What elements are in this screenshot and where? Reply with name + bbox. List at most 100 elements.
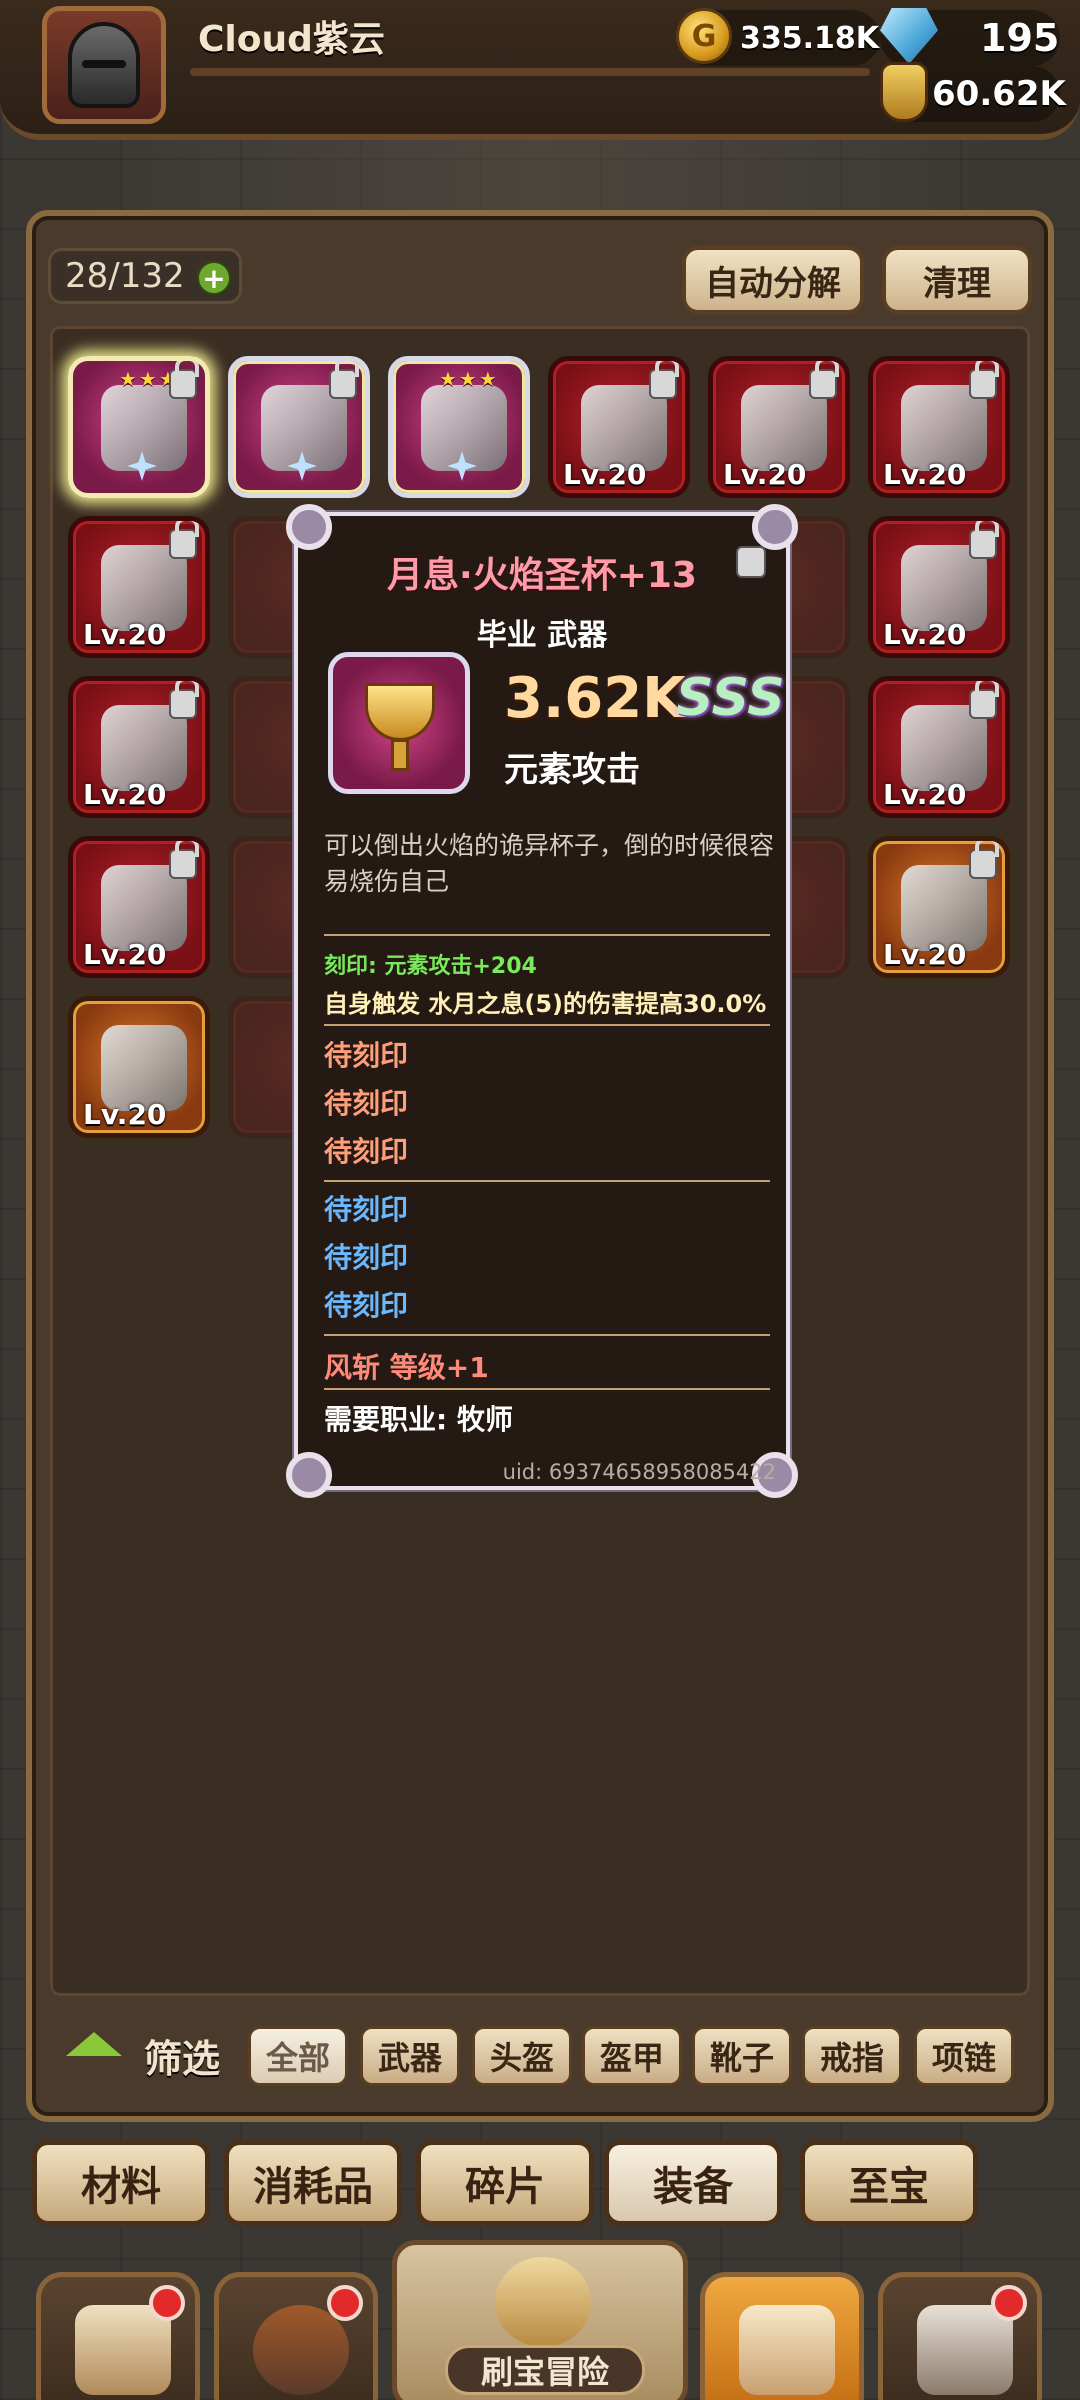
potion-icon	[880, 62, 928, 122]
item-tooltip: 月息·火焰圣杯+13 毕业 武器 3.62K SSS 元素攻击 可以倒出火焰的诡…	[286, 504, 798, 1498]
lock-icon[interactable]	[736, 546, 766, 578]
inventory-slot[interactable]: Lv.20	[868, 836, 1010, 978]
filter-tab-helmet[interactable]: 头盔	[472, 2026, 572, 2086]
lock-icon	[969, 681, 999, 719]
corner-ornament	[286, 504, 332, 550]
potion-counter[interactable]: 60.62K	[880, 62, 1066, 122]
inventory-slot[interactable]: Lv.20	[868, 676, 1010, 818]
inventory-slot[interactable]	[228, 356, 370, 498]
lock-icon	[969, 841, 999, 879]
lock-icon	[809, 361, 839, 399]
shop-icon	[75, 2305, 171, 2395]
inventory-count: 28/132	[65, 256, 185, 296]
inventory-capacity: 28/132 +	[48, 248, 242, 304]
item-level: Lv.20	[83, 618, 167, 651]
clear-button[interactable]: 清理	[882, 246, 1032, 314]
tab-treasures[interactable]: 至宝	[800, 2140, 978, 2226]
divider	[324, 1180, 770, 1182]
nav-adventure[interactable]: 刷宝冒险	[392, 2240, 688, 2400]
adventure-label: 刷宝冒险	[445, 2345, 645, 2395]
golden-chalice-icon	[365, 683, 435, 741]
gem-amount: 195	[980, 16, 1060, 60]
item-power: 3.62K	[504, 666, 686, 731]
notification-dot	[327, 2285, 363, 2321]
tab-equipment[interactable]: 装备	[604, 2140, 782, 2226]
pending-engrave: 待刻印	[324, 1241, 409, 1274]
lock-icon	[169, 361, 199, 399]
player-avatar[interactable]	[42, 6, 166, 124]
divider	[324, 1024, 770, 1026]
player-exp-bar	[190, 68, 870, 76]
gold-counter[interactable]: G 335.18K	[676, 8, 880, 66]
item-level: Lv.20	[723, 458, 807, 491]
filter-tab-weapon[interactable]: 武器	[360, 2026, 460, 2086]
lock-icon	[969, 361, 999, 399]
pending-engrave: 待刻印	[324, 1193, 409, 1226]
nav-shop[interactable]	[36, 2272, 200, 2400]
inventory-slot[interactable]: Lv.20	[68, 996, 210, 1138]
nav-inventory[interactable]	[700, 2272, 864, 2400]
inventory-slot[interactable]: Lv.20	[708, 356, 850, 498]
inventory-slot[interactable]: Lv.20	[68, 836, 210, 978]
skill-bonus: 风斩 等级+1	[324, 1351, 489, 1384]
item-level: Lv.20	[883, 458, 967, 491]
pending-engrave: 待刻印	[324, 1289, 409, 1322]
knight-helmet-icon	[68, 22, 140, 108]
item-uid: uid: 69374658958085422	[502, 1460, 776, 1484]
item-level: Lv.20	[883, 778, 967, 811]
game-screen: { "player": {"name": "Cloud紫云"}, "resour…	[0, 0, 1080, 2400]
expand-inventory-button[interactable]: +	[197, 261, 231, 295]
lock-icon	[169, 521, 199, 559]
required-class: 需要职业: 牧师	[324, 1403, 513, 1436]
inventory-slot[interactable]: Lv.20	[868, 356, 1010, 498]
lock-icon	[169, 841, 199, 879]
notification-dot	[149, 2285, 185, 2321]
inventory-slot[interactable]: ★★★	[68, 356, 210, 498]
divider	[324, 1334, 770, 1336]
item-subtitle: 毕业 武器	[476, 618, 608, 653]
nav-hero[interactable]	[214, 2272, 378, 2400]
auto-decompose-button[interactable]: 自动分解	[682, 246, 864, 314]
lock-icon	[969, 521, 999, 559]
gem-counter[interactable]: 195	[880, 8, 1060, 66]
item-level: Lv.20	[563, 458, 647, 491]
gold-coin-icon: G	[676, 8, 732, 64]
inventory-slot[interactable]: Lv.20	[548, 356, 690, 498]
inventory-slot[interactable]: Lv.20	[68, 516, 210, 658]
filter-tab-necklace[interactable]: 项链	[914, 2026, 1014, 2086]
pending-engrave: 待刻印	[324, 1135, 409, 1168]
nav-forge[interactable]	[878, 2272, 1042, 2400]
tab-materials[interactable]: 材料	[32, 2140, 210, 2226]
item-icon-frame	[328, 652, 470, 794]
divider	[324, 934, 770, 936]
pending-engrave: 待刻印	[324, 1039, 409, 1072]
top-bar: Cloud紫云 G 335.18K 195 60.62K	[0, 0, 1080, 140]
hero-portrait-icon	[253, 2305, 349, 2395]
tab-fragments[interactable]: 碎片	[416, 2140, 594, 2226]
divider	[324, 1388, 770, 1390]
inventory-slot[interactable]: Lv.20	[868, 516, 1010, 658]
tab-consumables[interactable]: 消耗品	[224, 2140, 402, 2226]
notification-dot	[991, 2285, 1027, 2321]
compass-map-icon	[495, 2257, 591, 2347]
corner-ornament	[752, 504, 798, 550]
item-description: 可以倒出火焰的诡异杯子，倒的时候很容易烧伤自己	[324, 831, 775, 896]
item-level: Lv.20	[883, 938, 967, 971]
item-stat-type: 元素攻击	[504, 750, 640, 790]
engrave-line: 刻印: 元素攻击+204	[324, 954, 537, 979]
gold-amount: 335.18K	[740, 20, 880, 56]
item-level: Lv.20	[83, 778, 167, 811]
inventory-slot[interactable]: Lv.20	[68, 676, 210, 818]
item-level: Lv.20	[83, 938, 167, 971]
lock-icon	[169, 681, 199, 719]
filter-tab-armor[interactable]: 盔甲	[582, 2026, 682, 2086]
collapse-arrow-icon[interactable]	[66, 2032, 122, 2056]
lock-icon	[329, 361, 359, 399]
filter-tab-ring[interactable]: 戒指	[802, 2026, 902, 2086]
item-level: Lv.20	[883, 618, 967, 651]
gem-icon	[880, 8, 938, 64]
inventory-slot[interactable]: ★★★	[388, 356, 530, 498]
filter-tab-boots[interactable]: 靴子	[692, 2026, 792, 2086]
player-name: Cloud紫云	[198, 19, 385, 60]
filter-tab-all[interactable]: 全部	[248, 2026, 348, 2086]
